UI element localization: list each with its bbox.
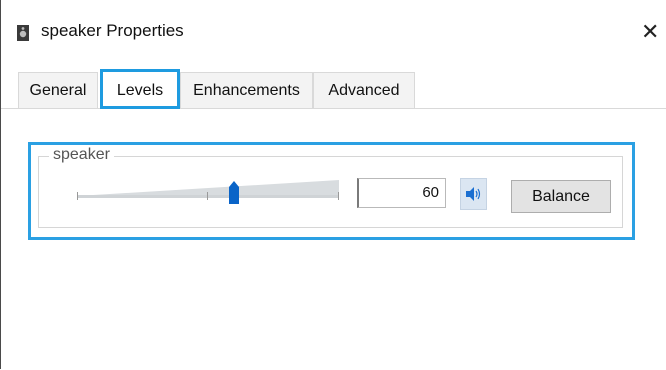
volume-level-input[interactable]: 60 <box>357 178 446 208</box>
volume-slider-thumb[interactable] <box>226 181 242 205</box>
speaker-group-label: speaker <box>49 146 114 164</box>
tab-enhancements[interactable]: Enhancements <box>180 72 313 108</box>
speaker-icon <box>17 25 29 41</box>
properties-window: speaker Properties ✕ General Levels Enha… <box>0 0 666 370</box>
close-button[interactable]: ✕ <box>641 14 666 50</box>
tab-levels[interactable]: Levels <box>100 69 180 109</box>
mute-button[interactable] <box>460 178 487 210</box>
speaker-volume-icon <box>466 187 482 206</box>
tab-advanced[interactable]: Advanced <box>313 72 415 108</box>
volume-slider[interactable] <box>77 178 339 200</box>
balance-button[interactable]: Balance <box>511 180 611 213</box>
window-title: speaker Properties <box>41 21 184 40</box>
tab-general[interactable]: General <box>18 72 98 108</box>
title-bar: speaker Properties ✕ <box>1 0 666 68</box>
